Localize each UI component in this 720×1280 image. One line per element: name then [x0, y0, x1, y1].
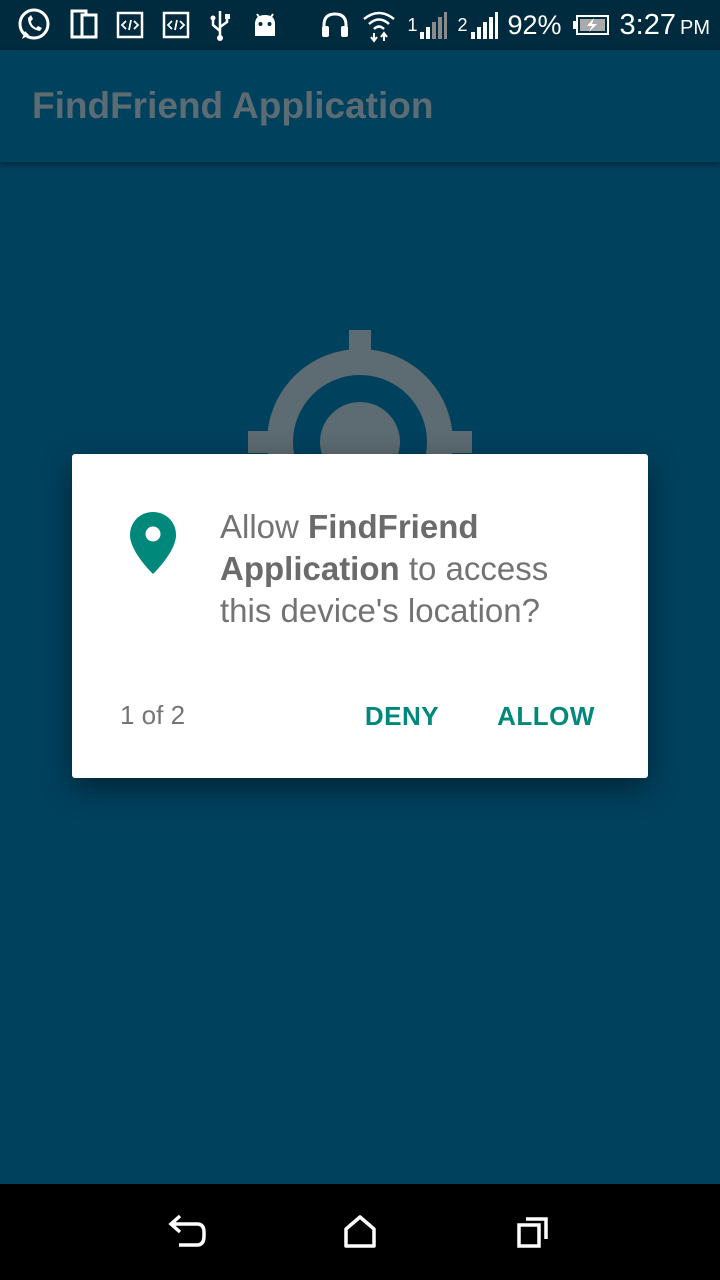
deny-button[interactable]: DENY	[354, 690, 450, 742]
signal-sim2-icon: 2	[457, 10, 498, 40]
clock: 3:27 PM	[620, 9, 710, 42]
sim1-label: 1	[407, 14, 418, 35]
status-bar: 1 2 92% 3:27 PM	[0, 0, 720, 50]
message-prefix: Allow	[220, 508, 309, 545]
dual-screen-icon	[70, 9, 98, 41]
recents-icon[interactable]	[493, 1192, 573, 1272]
sim2-label: 2	[457, 14, 468, 35]
code-icon	[116, 11, 144, 39]
whatsapp-icon	[16, 7, 52, 43]
back-icon[interactable]	[147, 1192, 227, 1272]
battery-charging-icon	[572, 14, 610, 36]
usb-icon	[208, 9, 232, 41]
wifi-icon	[361, 7, 397, 43]
navigation-bar	[0, 1184, 720, 1280]
permission-counter: 1 of 2	[120, 700, 186, 730]
home-icon[interactable]	[320, 1192, 400, 1272]
status-right-icons: 1 2 92% 3:27 PM	[319, 7, 710, 43]
battery-percent: 92%	[507, 9, 562, 40]
code-icon	[162, 11, 190, 39]
clock-ampm: PM	[680, 16, 710, 39]
signal-sim1-icon: 1	[407, 10, 448, 40]
dialog-message: Allow FindFriend Application to access t…	[220, 506, 600, 632]
location-pin-icon	[130, 512, 176, 579]
android-icon	[250, 10, 280, 40]
permission-dialog: Allow FindFriend Application to access t…	[72, 454, 648, 778]
clock-time: 3:27	[619, 8, 676, 41]
status-left-icons	[16, 7, 280, 43]
allow-button[interactable]: ALLOW	[492, 690, 600, 742]
headset-icon	[319, 9, 351, 41]
